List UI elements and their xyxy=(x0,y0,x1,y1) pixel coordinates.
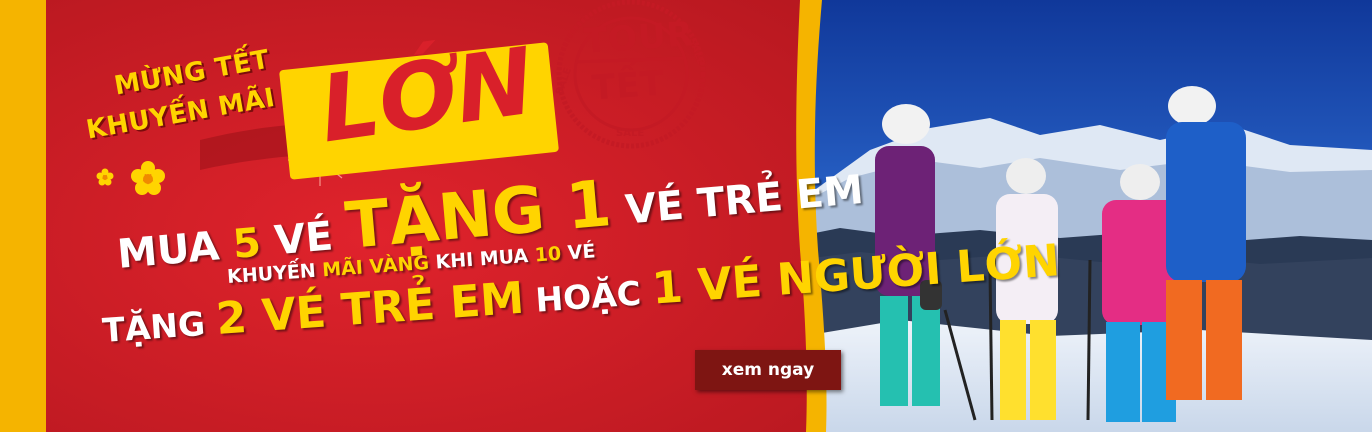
stamp-sale-label: SALE xyxy=(616,128,645,139)
left-yellow-strip xyxy=(0,0,46,432)
headline-line-2: KHUYẾN MÃI xyxy=(84,82,278,146)
stamp-line-2: TẾT xyxy=(590,63,666,109)
offer2-num: 10 xyxy=(533,242,562,267)
view-now-button[interactable]: xem ngay xyxy=(695,350,841,390)
stamp-line-1: TOUR xyxy=(582,14,696,62)
tour-tet-stamp: TOUR TẾT SALE SALE SALE xyxy=(536,0,726,160)
flower-icon xyxy=(131,161,165,195)
offer1-word: VÉ xyxy=(272,213,335,265)
headline: MỪNG TẾT KHUYẾN MÃI LỚN xyxy=(84,28,560,180)
offer1-num: 5 xyxy=(230,219,263,268)
promo-banner[interactable]: MỪNG TẾT KHUYẾN MÃI LỚN TOUR TẾT SALE SA… xyxy=(0,0,1372,432)
offer3-prefix: TẶNG xyxy=(101,303,207,351)
offer1-prefix: MUA xyxy=(115,223,222,279)
offer2-suffix: VÉ xyxy=(566,240,597,265)
flower-icon xyxy=(96,168,114,186)
offer3-middle: HOẶC xyxy=(534,273,643,320)
